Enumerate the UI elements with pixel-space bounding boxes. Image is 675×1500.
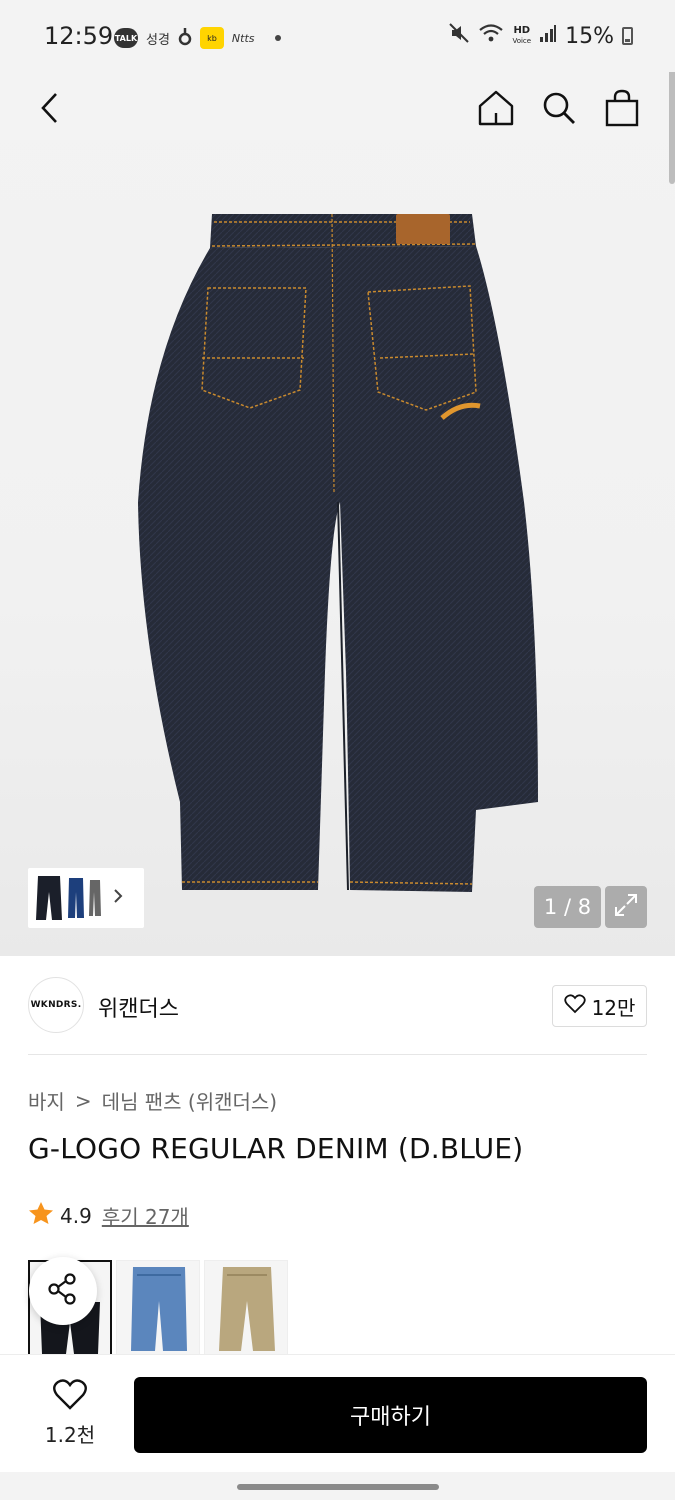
more-notifications-icon (274, 35, 281, 41)
buy-button[interactable]: 구매하기 (134, 1377, 647, 1453)
product-gallery[interactable]: 1 / 8 (0, 72, 675, 956)
breadcrumb-separator: > (74, 1088, 92, 1113)
notification-label: 성경 (146, 32, 170, 48)
hd-label: HD (513, 25, 531, 36)
color-option-light-blue[interactable] (116, 1260, 200, 1356)
hd-voice-icon: HD Voice (512, 26, 531, 46)
app-label: Ntts (231, 31, 255, 45)
rating-row: 4.9 후기 27개 (28, 1201, 189, 1230)
review-link[interactable]: 후기 27개 (102, 1201, 189, 1230)
gallery-thumbnails[interactable] (28, 868, 144, 928)
brand-name[interactable]: 위캔더스 (98, 991, 179, 1023)
breadcrumb-subcategory[interactable]: 데님 팬츠 (위캔더스) (102, 1086, 278, 1115)
wishlist-count: 1.2천 (44, 1423, 96, 1447)
status-bar: 12:59 TALK 성경 kb Ntts HD Voice 15% (0, 0, 675, 72)
app-notification-icon (178, 26, 192, 50)
brand-like-button[interactable]: 12만 (552, 985, 647, 1027)
expand-icon (613, 892, 639, 922)
chevron-right-icon[interactable] (113, 888, 123, 909)
breadcrumb: 바지 > 데님 팬츠 (위캔더스) (28, 1086, 277, 1115)
rating-value: 4.9 (60, 1203, 92, 1228)
system-icons: HD Voice 15% (448, 22, 633, 50)
home-button[interactable] (468, 82, 524, 138)
brand-logo[interactable]: WKNDRS. (28, 977, 84, 1033)
heart-icon (563, 993, 586, 1019)
star-icon (28, 1201, 54, 1230)
wifi-icon (478, 23, 504, 49)
battery-percent: 15% (565, 23, 614, 49)
voice-label: Voice (512, 37, 532, 45)
kb-app-icon: kb (199, 27, 224, 49)
share-icon (46, 1272, 80, 1310)
kakao-talk-icon: TALK (114, 28, 138, 48)
image-counter: 1 / 8 (534, 886, 601, 928)
breadcrumb-category[interactable]: 바지 (28, 1086, 65, 1115)
back-button[interactable] (22, 82, 78, 138)
mute-icon (448, 22, 470, 50)
status-time: 12:59 (44, 22, 114, 50)
thumbnail-black[interactable] (34, 874, 64, 922)
thumbnail-blue[interactable] (67, 874, 85, 922)
notification-icons: TALK 성경 kb Ntts (114, 26, 281, 50)
thumbnail-grey[interactable] (88, 874, 102, 922)
brand-like-count: 12만 (591, 995, 636, 1020)
chevron-left-icon (38, 91, 62, 129)
navigation-gesture-area (0, 1472, 675, 1500)
expand-button[interactable] (605, 886, 647, 928)
color-option-beige[interactable] (204, 1260, 288, 1356)
cart-button[interactable] (594, 82, 650, 138)
bottom-action-bar: 1.2천 구매하기 (0, 1354, 675, 1472)
search-icon (541, 90, 577, 130)
brand-row[interactable]: WKNDRS. 위캔더스 12만 (28, 977, 647, 1055)
signal-icon (539, 24, 557, 49)
home-gesture-bar[interactable] (237, 1484, 439, 1490)
product-image[interactable] (120, 202, 560, 902)
wishlist-button[interactable]: 1.2천 (28, 1379, 112, 1455)
home-icon (477, 89, 515, 131)
scrollbar[interactable] (669, 72, 675, 184)
heart-icon (52, 1379, 88, 1415)
shopping-bag-icon (605, 89, 639, 131)
share-button[interactable] (29, 1257, 97, 1325)
product-title: G-LOGO REGULAR DENIM (D.BLUE) (28, 1132, 524, 1165)
battery-icon (622, 27, 633, 45)
search-button[interactable] (531, 82, 587, 138)
